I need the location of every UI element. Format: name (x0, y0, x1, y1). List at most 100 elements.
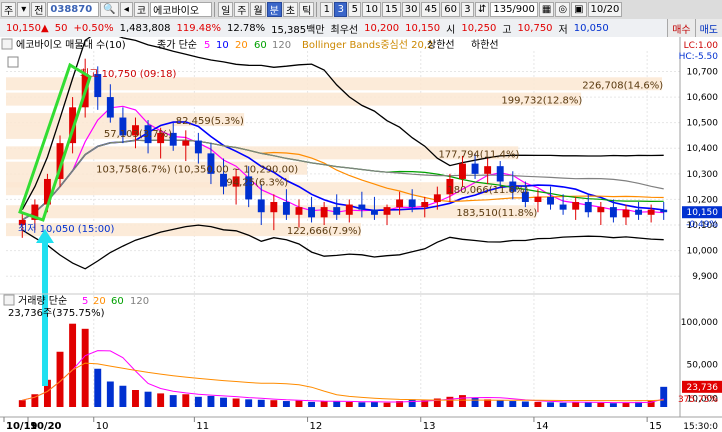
volume-bar (358, 402, 366, 407)
minute-3-button[interactable]: 3 (334, 2, 348, 17)
bar-count-field[interactable]: 135/900 (490, 2, 538, 17)
low-price: 10,050 (573, 22, 609, 34)
volume-bar (471, 397, 479, 407)
volume-profile-label: 103,758(6.7%) (10,350.00 ~ 10,290.00) (96, 165, 298, 176)
price-tick-label: 9,900 (692, 272, 718, 282)
change-rate: +0.50% (73, 22, 114, 34)
time-tick-label: 13 (423, 421, 436, 432)
open-price: 10,250 (461, 22, 497, 34)
volume-bar (270, 400, 278, 407)
candle-body (282, 201, 290, 215)
time-tick-label: 10 (96, 421, 109, 432)
volume-bar (119, 385, 127, 407)
volume-bar (547, 402, 554, 407)
candle-body (358, 204, 366, 210)
tab-tick[interactable]: 틱 (299, 2, 315, 17)
best-quote-label: 최우선 (330, 24, 359, 36)
minute-30-button[interactable]: 30 (401, 2, 421, 17)
volume-bar (609, 403, 617, 407)
ma-5-legend: 5 (204, 40, 210, 51)
volume-bar (660, 386, 668, 407)
prev-arrow-icon[interactable]: ◂ (119, 2, 133, 17)
minute-10-button[interactable]: 10 (362, 2, 382, 17)
minute-15-button[interactable]: 15 (382, 2, 401, 17)
volume-bar (559, 402, 567, 407)
time-tick-label: 14 (536, 421, 549, 432)
candle-body (547, 196, 554, 205)
volume-profile-label: 177,794(11.4%) (438, 149, 519, 160)
minute-45-button[interactable]: 45 (421, 2, 441, 17)
candle-body (383, 207, 391, 215)
volume-panel-menu-icon[interactable] (3, 294, 15, 306)
minute-5-button[interactable]: 5 (348, 2, 362, 17)
volume-bar (232, 398, 240, 407)
chevron-down-icon[interactable]: ▾ (17, 2, 31, 17)
candle-body (408, 199, 416, 208)
volume-bar (345, 401, 353, 407)
volume-ratio: 119.48% (176, 22, 222, 34)
current-volume-pct: 375.75% (678, 395, 718, 405)
candle-body (584, 201, 592, 213)
price-tick-label: 10,200 (687, 195, 719, 205)
vol-ma-5-legend: 5 (82, 296, 88, 307)
candle-body (308, 207, 316, 218)
sell-button[interactable]: 매도 (694, 19, 722, 37)
date-field[interactable]: 10/20 (587, 2, 623, 17)
volume-bar (295, 400, 303, 407)
search-icon[interactable]: 🔍 (100, 2, 119, 17)
minute-1-button[interactable]: 1 (320, 2, 334, 17)
price-chart[interactable]: 226,708(14.6%)199,732(12.8%) 82,459(5.3%)… (0, 37, 722, 432)
volume-bar (584, 402, 592, 407)
lc-label: LC:1.00 (684, 41, 719, 51)
panel-menu-icon[interactable] (1, 38, 13, 50)
period-menu-button[interactable]: 주 (1, 2, 17, 17)
volume-tick-label: 50,000 (687, 361, 719, 371)
volume-bar (333, 401, 341, 407)
candle-body (370, 209, 378, 215)
ma-10-legend: 10 (216, 40, 229, 51)
interval-stepper-icon[interactable]: ⇵ (474, 2, 490, 17)
high-annotation: 최고 10,750 (09:18) (80, 68, 176, 80)
price-tick-label: 10,000 (687, 247, 719, 257)
ma-20-legend: 20 (235, 40, 248, 51)
tab-day[interactable]: 일 (218, 2, 234, 17)
bollinger-legend: Bollinger Bands중심선 20,2 (302, 39, 433, 51)
volume-bar (496, 400, 504, 407)
tab-week[interactable]: 주 (234, 2, 250, 17)
nav-button[interactable]: 전 (31, 2, 47, 17)
tab-month[interactable]: 월 (250, 2, 266, 17)
trade-volume: 1,483,808 (119, 22, 171, 34)
turnover-rate: 12.78% (227, 22, 266, 34)
candle-body (496, 166, 504, 182)
grid-icon[interactable]: ▦ (538, 2, 555, 17)
ma-60-legend: 60 (254, 40, 267, 51)
volume-bar (207, 395, 215, 407)
price-tick-label: 10,600 (687, 93, 719, 103)
buy-button[interactable]: 매수 (667, 19, 695, 37)
volume-tick-label: 100,000 (681, 318, 718, 328)
volume-profile-label: 94,25(6.3%) (226, 178, 288, 189)
candle-body (647, 209, 655, 215)
price-change: 50 (54, 22, 68, 34)
volume-bar (81, 328, 89, 407)
stock-code-input[interactable]: 038870 (47, 2, 100, 17)
minute-60-button[interactable]: 60 (441, 2, 460, 17)
volume-bar (370, 401, 378, 407)
best-ask: 10,200 (364, 22, 400, 34)
candle-body (433, 194, 441, 202)
volume-bar (257, 399, 265, 407)
lower-band-legend: 하한선 (471, 38, 499, 51)
volume-bar (521, 401, 529, 407)
volume-legend-label: 거래량 단순 (18, 295, 67, 307)
tab-second[interactable]: 초 (282, 2, 299, 17)
volume-bar (169, 395, 177, 407)
volume-bar (157, 393, 165, 407)
tab-minute[interactable]: 분 (266, 2, 282, 17)
grid-toggle-icon[interactable] (7, 56, 19, 68)
volume-bar (320, 401, 328, 407)
hc-label: HC:-5.50 (679, 52, 719, 62)
interval-value-input[interactable]: 3 (460, 2, 474, 17)
stock-name-field[interactable]: 에코바이오 (150, 2, 213, 17)
calendar-icon[interactable]: ▣ (571, 2, 587, 17)
target-icon[interactable]: ◎ (555, 2, 571, 17)
